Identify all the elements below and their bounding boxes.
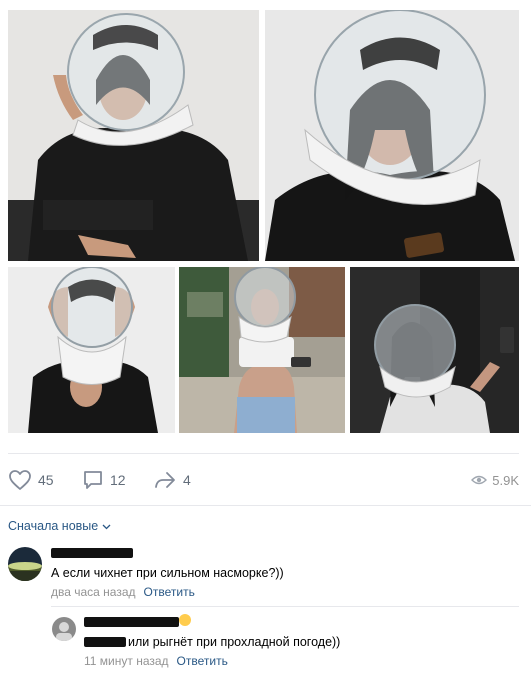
comment-icon bbox=[82, 469, 104, 491]
like-button[interactable]: 45 bbox=[8, 467, 54, 493]
comment-text: А если чихнет при сильном насморке?)) bbox=[51, 566, 284, 580]
comments-sort-dropdown[interactable]: Сначала новые bbox=[8, 519, 111, 533]
comment-text: или рыгнёт при прохладной погоде)) bbox=[84, 635, 340, 649]
redacted-author-name[interactable] bbox=[51, 548, 133, 558]
comment-avatar[interactable] bbox=[8, 547, 42, 581]
comment-timestamp[interactable]: два часа назад bbox=[51, 585, 136, 599]
redacted-author-name[interactable] bbox=[84, 617, 179, 627]
post-photo-4[interactable] bbox=[179, 267, 345, 433]
post-photo-5[interactable] bbox=[350, 267, 519, 433]
post-divider bbox=[8, 453, 519, 454]
eye-icon bbox=[471, 474, 488, 486]
chevron-down-icon bbox=[98, 519, 111, 533]
emoji-status-icon bbox=[179, 614, 191, 626]
comment-timestamp[interactable]: 11 минут назад bbox=[84, 654, 169, 668]
comment-meta: 11 минут назад Ответить bbox=[84, 654, 228, 668]
comment-meta: два часа назад Ответить bbox=[51, 585, 195, 599]
comment-text-body: или рыгнёт при прохладной погоде)) bbox=[128, 635, 341, 649]
share-arrow-icon bbox=[153, 469, 177, 491]
redacted-mention[interactable] bbox=[84, 637, 126, 647]
section-divider bbox=[0, 505, 531, 506]
heart-icon bbox=[8, 469, 32, 491]
comment-button[interactable]: 12 bbox=[82, 467, 126, 493]
views-count: 5.9K bbox=[492, 472, 519, 488]
reply-avatar[interactable] bbox=[52, 617, 76, 641]
post-photo-1[interactable] bbox=[8, 10, 259, 261]
views-counter: 5.9K bbox=[471, 467, 519, 493]
reply-button[interactable]: Ответить bbox=[144, 585, 195, 599]
comment-divider bbox=[51, 606, 519, 607]
comment-count: 12 bbox=[110, 472, 126, 488]
share-button[interactable]: 4 bbox=[153, 467, 191, 493]
post-photo-2[interactable] bbox=[265, 10, 519, 261]
post-photo-3[interactable] bbox=[8, 267, 175, 433]
reply-button[interactable]: Ответить bbox=[177, 654, 228, 668]
like-count: 45 bbox=[38, 472, 54, 488]
share-count: 4 bbox=[183, 472, 191, 488]
sort-label: Сначала новые bbox=[8, 519, 99, 533]
